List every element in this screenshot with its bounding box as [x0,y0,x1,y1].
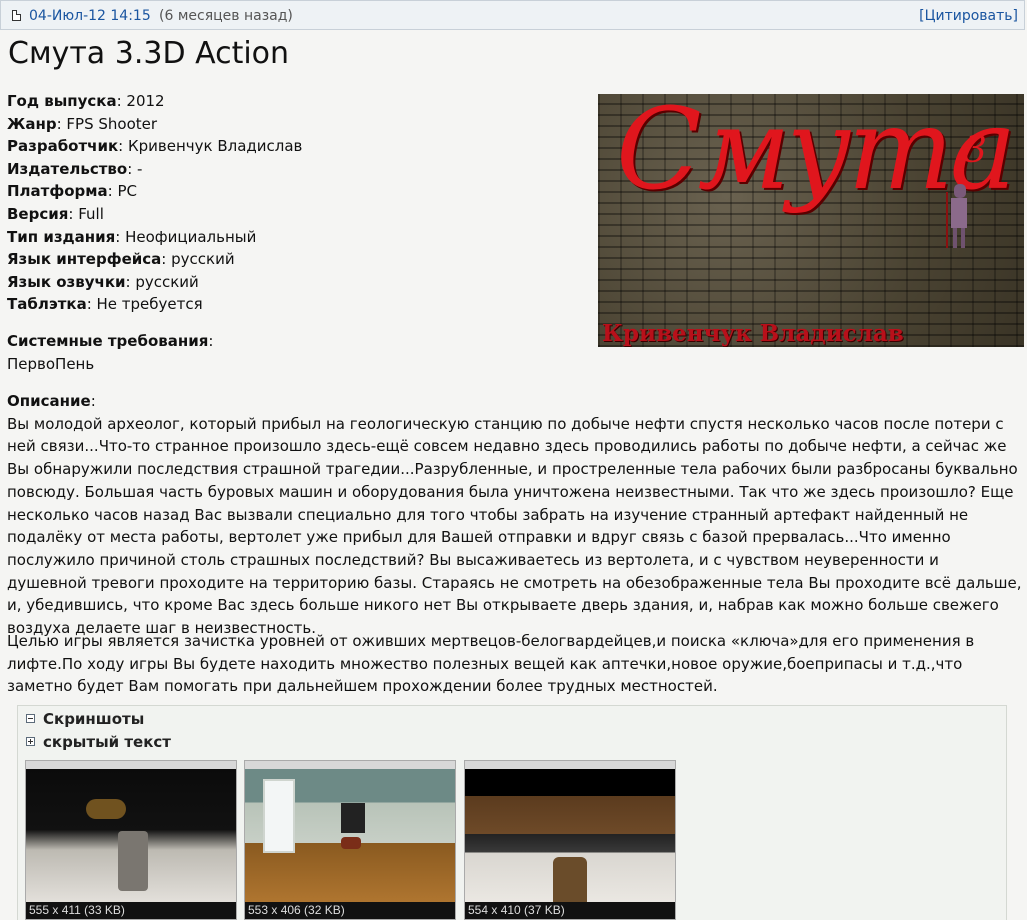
info-label: Язык озвучки [7,272,126,291]
info-value: : русский [161,250,235,269]
post-header: 04-Июл-12 14:15 (6 месяцев назад) [Цитир… [0,0,1025,30]
info-label: Версия [7,204,69,223]
game-info-list: Год выпуска: 2012 Жанр: FPS Shooter Разр… [7,90,302,316]
info-value: : PC [107,182,138,201]
info-label: Жанр [7,114,57,133]
post-title: Смута 3.3D Action [8,36,290,71]
info-row-edition-type: Тип издания: Неофициальный [7,226,302,249]
info-value: : FPS Shooter [56,114,158,133]
info-value: : - [127,159,143,178]
sysreq-colon: : [208,332,214,350]
info-value: : Full [68,204,104,223]
description-block: Описание: Вы молодой археолог, который п… [7,390,1022,640]
info-value: : Не требуется [86,295,203,314]
info-row-crack: Таблэтка: Не требуется [7,293,302,316]
game-cover-image[interactable]: Смута 3 Кривенчук Владислав [598,94,1024,347]
info-label: Разработчик [7,137,119,156]
info-row-version: Версия: Full [7,203,302,226]
info-value: : Неофициальный [115,227,257,246]
info-label: Издательство [7,159,128,178]
cover-character-figure [946,184,970,254]
screenshot-scene [465,769,675,904]
info-label: Год выпуска [7,92,117,110]
screenshot-scene [245,769,455,904]
info-row-platform: Платформа: PC [7,180,302,203]
spoiler-label: скрытый текст [43,733,171,751]
info-row-interface-language: Язык интерфейса: русский [7,248,302,271]
info-label: Тип издания [7,227,116,246]
minus-icon [26,714,35,723]
info-value: : 2012 [116,92,165,110]
system-requirements: Системные требования: ПервоПень [7,330,213,375]
info-row-developer: Разработчик: Кривенчук Владислав [7,135,302,158]
info-label: Таблэтка [7,295,87,314]
screenshot-thumbnail[interactable]: 555 x 411 (33 KB) [25,760,237,920]
post-date-link[interactable]: 04-Июл-12 14:15 [29,8,151,24]
quote-button[interactable]: [Цитировать] [919,8,1018,24]
forum-post: 04-Июл-12 14:15 (6 месяцев назад) [Цитир… [0,0,1027,920]
cover-author-text: Кривенчук Владислав [602,320,904,347]
info-value: : Кривенчук Владислав [118,137,303,156]
info-row-voice-language: Язык озвучки: русский [7,271,302,294]
screenshot-thumbnail[interactable]: 554 x 410 (37 KB) [464,760,676,920]
description-text: Вы молодой археолог, который прибыл на г… [7,414,1022,638]
screenshot-scene [26,769,236,904]
description-label: Описание [7,392,91,410]
game-goal-text: Целью игры является зачистка уровней от … [7,632,975,696]
info-row-year: Год выпуска: 2012 [7,90,302,113]
thumbnail-caption: 554 x 410 (37 KB) [465,902,675,919]
thumbnail-window-bar [465,761,675,769]
info-value: : русский [125,272,199,291]
screenshot-thumbnail[interactable]: 553 x 406 (32 KB) [244,760,456,920]
sysreq-value: ПервоПень [7,354,95,373]
info-row-genre: Жанр: FPS Shooter [7,113,302,136]
sysreq-label: Системные требования [7,332,209,350]
post-relative-time: (6 месяцев назад) [159,8,293,24]
plus-icon [26,737,35,746]
cover-superscript: 3 [964,130,987,171]
info-row-publisher: Издательство: - [7,158,302,181]
thumbnail-window-bar [245,761,455,769]
thumbnail-window-bar [26,761,236,769]
spoiler-label: Скриншоты [43,710,145,728]
info-label: Платформа [7,182,108,201]
post-document-icon [12,10,21,21]
info-label: Язык интерфейса [7,250,162,269]
description-colon: : [90,392,96,410]
thumbnail-caption: 553 x 406 (32 KB) [245,902,455,919]
thumbnail-caption: 555 x 411 (33 KB) [26,902,236,919]
